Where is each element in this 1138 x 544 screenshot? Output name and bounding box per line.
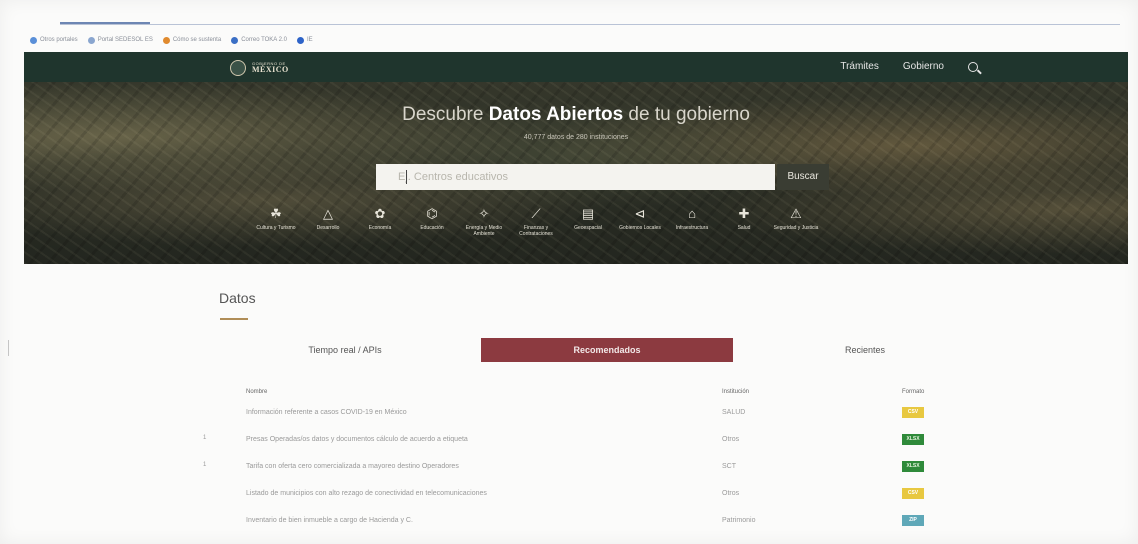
category-icon: ⚠ [790, 206, 802, 221]
category-icon: △ [323, 206, 333, 221]
table-row[interactable]: Información referente a casos COVID-19 e… [238, 399, 978, 426]
nav-gobierno[interactable]: Gobierno [903, 61, 944, 72]
category-item[interactable]: ⚠ Seguridad y Justicia [770, 206, 822, 237]
category-icon: ✧ [478, 206, 490, 221]
category-item[interactable]: ⟋ Finanzas y Contrataciones [510, 206, 562, 237]
format-badge[interactable]: CSV [902, 406, 924, 418]
bookmark-item[interactable]: Correo TOKA 2.0 [231, 36, 287, 44]
category-icon: ✚ [738, 206, 750, 221]
search-input[interactable]: Ej. Centros educativos [376, 164, 775, 190]
dataset-tabs: Tiempo real / APIs Recomendados Reciente… [240, 338, 978, 364]
government-header: GOBIERNO DE MÉXICO Trámites Gobierno [24, 52, 1128, 82]
dataset-institution: Otros [722, 436, 740, 443]
category-icon: ⌂ [688, 206, 696, 221]
section-title: Datos [219, 290, 256, 306]
margin-mark: 1 [203, 435, 207, 441]
category-item[interactable]: ✿ Economía [354, 206, 406, 237]
category-label: Energía y Medio Ambiente [465, 225, 503, 237]
tab-tiempo-real[interactable]: Tiempo real / APIs [260, 338, 430, 362]
gobierno-logo[interactable]: GOBIERNO DE MÉXICO [230, 60, 289, 76]
scan-artifact [8, 340, 9, 356]
table-row[interactable]: Presas Operadas/os datos y documentos cá… [238, 426, 978, 453]
dataset-name[interactable]: Información referente a casos COVID-19 e… [238, 399, 722, 426]
search-button[interactable]: Buscar [777, 164, 829, 190]
tab-recomendados[interactable]: Recomendados [481, 338, 733, 362]
category-label: Economía [368, 225, 392, 231]
seal-icon [230, 60, 246, 76]
category-icon: ⊲ [634, 206, 646, 221]
table-row[interactable]: Inventario de bien inmueble a cargo de H… [238, 507, 978, 534]
category-label: Infraestructura [675, 225, 709, 231]
format-badge[interactable]: XLSX [902, 433, 924, 445]
category-icon: ☘ [270, 206, 282, 221]
datasets-table: Nombre Institución Formato Información r… [238, 385, 978, 534]
bookmark-icon [231, 36, 239, 44]
bookmark-item[interactable]: IE [297, 36, 313, 44]
category-icon: ✿ [374, 206, 386, 221]
format-badge[interactable]: CSV [902, 487, 924, 499]
dataset-name[interactable]: Tarifa con oferta cero comercializada a … [238, 453, 722, 480]
logo-big-text: MÉXICO [252, 65, 289, 74]
hero-banner: Descubre Datos Abiertos de tu gobierno 4… [24, 82, 1128, 264]
section-title-underline [220, 318, 248, 320]
column-header-formato: Formato [902, 389, 925, 395]
bookmark-icon [162, 36, 170, 44]
browser-toolbar-line [60, 24, 1120, 25]
bookmark-item[interactable]: Cómo se sustenta [162, 36, 221, 44]
dataset-institution: SCT [722, 463, 736, 470]
table-header: Nombre Institución Formato [238, 385, 978, 399]
category-label: Desarrollo [316, 225, 340, 231]
format-badge[interactable]: XLSX [902, 460, 924, 472]
margin-mark: 1 [203, 462, 207, 468]
search-placeholder: Ej. Centros educativos [398, 171, 509, 183]
category-label: Salud [737, 225, 751, 231]
column-header-nombre: Nombre [246, 389, 268, 395]
category-item[interactable]: ⌂ Infraestructura [666, 206, 718, 237]
dataset-institution: Patrimonio [722, 517, 756, 524]
tab-recientes[interactable]: Recientes [780, 338, 950, 362]
category-label: Cultura y Turismo [256, 225, 296, 231]
category-icon: ▤ [581, 206, 595, 221]
category-list: ☘ Cultura y Turismo △ Desarrollo ✿ Economía ⌬ E… [250, 206, 822, 237]
table-row[interactable]: Listado de municipios con alto rezago de… [238, 480, 978, 507]
category-item[interactable]: ⌬ Educación [406, 206, 458, 237]
bookmark-icon [30, 36, 37, 44]
nav-tramites[interactable]: Trámites [840, 61, 879, 72]
category-label: Finanzas y Contrataciones [519, 225, 553, 237]
category-item[interactable]: ▤ Geoespacial [562, 206, 614, 237]
category-icon: ⟋ [531, 206, 541, 221]
category-item[interactable]: ✚ Salud [718, 206, 770, 237]
search-icon[interactable] [968, 61, 978, 72]
category-item[interactable]: ⊲ Gobiernos Locales [614, 206, 666, 237]
dataset-institution: Otros [722, 490, 740, 497]
text-cursor [406, 170, 407, 184]
bookmarks-bar: Otros portales Portal SEDESOL ES Cómo se… [30, 33, 313, 47]
category-label: Geoespacial [574, 225, 602, 231]
bookmark-item[interactable]: Otros portales [30, 36, 78, 44]
category-item[interactable]: △ Desarrollo [302, 206, 354, 237]
hero-subtitle: 40,777 datos de 280 instituciones [523, 134, 629, 141]
category-icon: ⌬ [426, 206, 438, 221]
dataset-name[interactable]: Inventario de bien inmueble a cargo de H… [238, 507, 722, 534]
column-header-institucion: Institución [722, 389, 750, 395]
hero-title: Descubre Datos Abiertos de tu gobierno [402, 104, 750, 125]
category-item[interactable]: ✧ Energía y Medio Ambiente [458, 206, 510, 237]
dataset-institution: SALUD [722, 409, 746, 416]
bookmark-icon [297, 36, 304, 44]
bookmark-icon [87, 36, 95, 44]
category-item[interactable]: ☘ Cultura y Turismo [250, 206, 302, 237]
format-badge[interactable]: ZIP [902, 514, 924, 526]
category-label: Gobiernos Locales [619, 225, 661, 231]
category-label: Seguridad y Justicia [773, 225, 819, 231]
header-nav: Trámites Gobierno [840, 61, 978, 72]
bookmark-item[interactable]: Portal SEDESOL ES [87, 36, 153, 44]
dataset-name[interactable]: Listado de municipios con alto rezago de… [238, 480, 722, 507]
dataset-name[interactable]: Presas Operadas/os datos y documentos cá… [238, 426, 722, 453]
table-row[interactable]: Tarifa con oferta cero comercializada a … [238, 453, 978, 480]
category-label: Educación [420, 225, 444, 231]
